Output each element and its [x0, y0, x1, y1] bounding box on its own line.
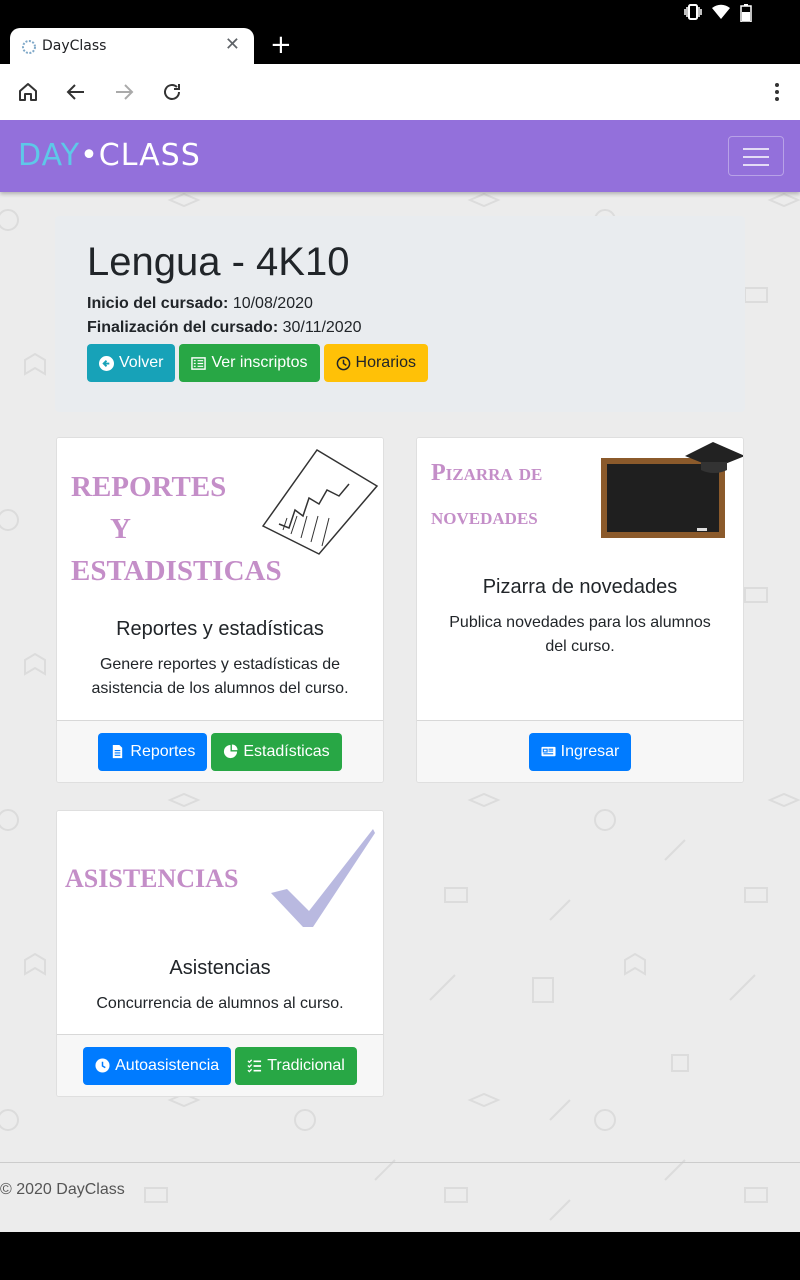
- news-board-card-text: Publica novedades para los alumnos del c…: [449, 614, 711, 655]
- start-label: Inicio del cursado:: [87, 295, 229, 312]
- traditional-attendance-label: Tradicional: [267, 1056, 345, 1074]
- view-enrolled-label: Ver inscriptos: [211, 354, 308, 371]
- back-arrow-icon[interactable]: [64, 80, 88, 104]
- wifi-icon: [712, 4, 730, 26]
- reports-card: REPORTES Y ESTADISTICAS Reportes y estad…: [56, 437, 384, 783]
- favicon-icon: [22, 39, 36, 54]
- view-enrolled-button[interactable]: Ver inscriptos: [179, 344, 320, 382]
- self-attendance-label: Autoasistencia: [115, 1056, 220, 1074]
- browser-tab-strip: DayClass ✕ +: [0, 28, 800, 64]
- traditional-attendance-button[interactable]: Tradicional: [235, 1046, 357, 1085]
- battery-icon: [740, 4, 752, 26]
- self-attendance-button[interactable]: Autoasistencia: [83, 1046, 232, 1085]
- arrow-circle-left-icon: [99, 355, 114, 371]
- attendance-card-title: Asistencias: [169, 957, 271, 979]
- attendance-image-text: ASISTENCIAS: [65, 864, 238, 893]
- schedules-label: Horarios: [355, 354, 416, 371]
- reports-card-image: REPORTES Y ESTADISTICAS: [57, 438, 383, 598]
- navbar-toggler-button[interactable]: [728, 136, 784, 176]
- attendance-card-image: ASISTENCIAS: [57, 811, 383, 939]
- statistics-button[interactable]: Estadísticas: [211, 732, 342, 771]
- newspaper-icon: [541, 746, 556, 757]
- brand-logo[interactable]: DAY•CLASS: [18, 138, 201, 173]
- statistics-button-label: Estadísticas: [243, 742, 330, 760]
- reports-button[interactable]: Reportes: [98, 732, 208, 771]
- close-tab-icon[interactable]: ✕: [225, 36, 240, 54]
- tasks-icon: [247, 1059, 262, 1073]
- reports-card-text: Genere reportes y estadísticas de asiste…: [91, 656, 349, 697]
- page-footer: © 2020 DayClass: [0, 1162, 800, 1232]
- vibrate-icon: [684, 4, 702, 26]
- enter-button-label: Ingresar: [560, 742, 620, 760]
- clock-icon: [95, 1058, 110, 1073]
- brand-day: DAY: [18, 138, 81, 173]
- home-icon[interactable]: [16, 80, 40, 104]
- pie-chart-icon: [224, 744, 238, 759]
- back-button[interactable]: Volver: [87, 344, 176, 382]
- browser-tab[interactable]: DayClass ✕: [10, 28, 254, 64]
- tab-title: DayClass: [42, 38, 107, 54]
- system-status-bar: [0, 0, 800, 28]
- list-icon: [191, 356, 207, 370]
- top-navbar: DAY•CLASS: [0, 120, 800, 192]
- new-tab-button[interactable]: +: [270, 32, 292, 58]
- course-header: Lengua - 4K10 Inicio del cursado: 10/08/…: [55, 216, 745, 412]
- attendance-card-text: Concurrencia de alumnos al curso.: [96, 995, 344, 1012]
- enter-button[interactable]: Ingresar: [528, 732, 632, 771]
- file-text-icon: [113, 744, 123, 759]
- forward-arrow-icon[interactable]: [112, 80, 136, 104]
- reload-icon[interactable]: [160, 80, 184, 104]
- end-label: Finalización del cursado:: [87, 319, 279, 336]
- news-board-card-title: Pizarra de novedades: [482, 576, 678, 598]
- end-date: 30/11/2020: [282, 319, 362, 336]
- schedules-button[interactable]: Horarios: [323, 344, 428, 382]
- web-page: DAY•CLASS Lengua - 4K10 Inicio del cursa…: [0, 120, 800, 1232]
- checkmark-icon: [271, 829, 375, 927]
- attendance-card: ASISTENCIAS Asistencias Concurrencia de …: [56, 810, 384, 1097]
- more-menu-icon[interactable]: [765, 80, 789, 104]
- course-end: Finalización del cursado: 30/11/2020: [87, 318, 713, 338]
- board-image-text-2: novedades: [431, 504, 538, 530]
- reports-button-label: Reportes: [130, 742, 196, 760]
- system-navigation-bar: [0, 1232, 800, 1280]
- back-button-label: Volver: [119, 354, 164, 371]
- course-start: Inicio del cursado: 10/08/2020: [87, 294, 713, 314]
- brand-class: CLASS: [98, 138, 201, 173]
- course-title: Lengua - 4K10: [87, 240, 350, 284]
- reports-image-text-1: REPORTES: [71, 471, 226, 503]
- board-image-text-1: Pizarra de: [431, 460, 542, 486]
- clock-icon: [336, 356, 350, 370]
- browser-toolbar: [0, 64, 800, 120]
- news-board-card-image: Pizarra de novedades: [417, 438, 743, 558]
- reports-image-text-3: ESTADISTICAS: [71, 555, 282, 587]
- footer-copyright: © 2020 DayClass: [0, 1181, 125, 1198]
- chart-sketch-icon: [261, 448, 379, 555]
- reports-card-title: Reportes y estadísticas: [116, 618, 324, 640]
- news-board-card: Pizarra de novedades Pizarra de novedade…: [416, 437, 744, 783]
- brand-dot: •: [80, 138, 99, 173]
- reports-image-text-2: Y: [110, 513, 131, 545]
- start-date: 10/08/2020: [232, 295, 313, 312]
